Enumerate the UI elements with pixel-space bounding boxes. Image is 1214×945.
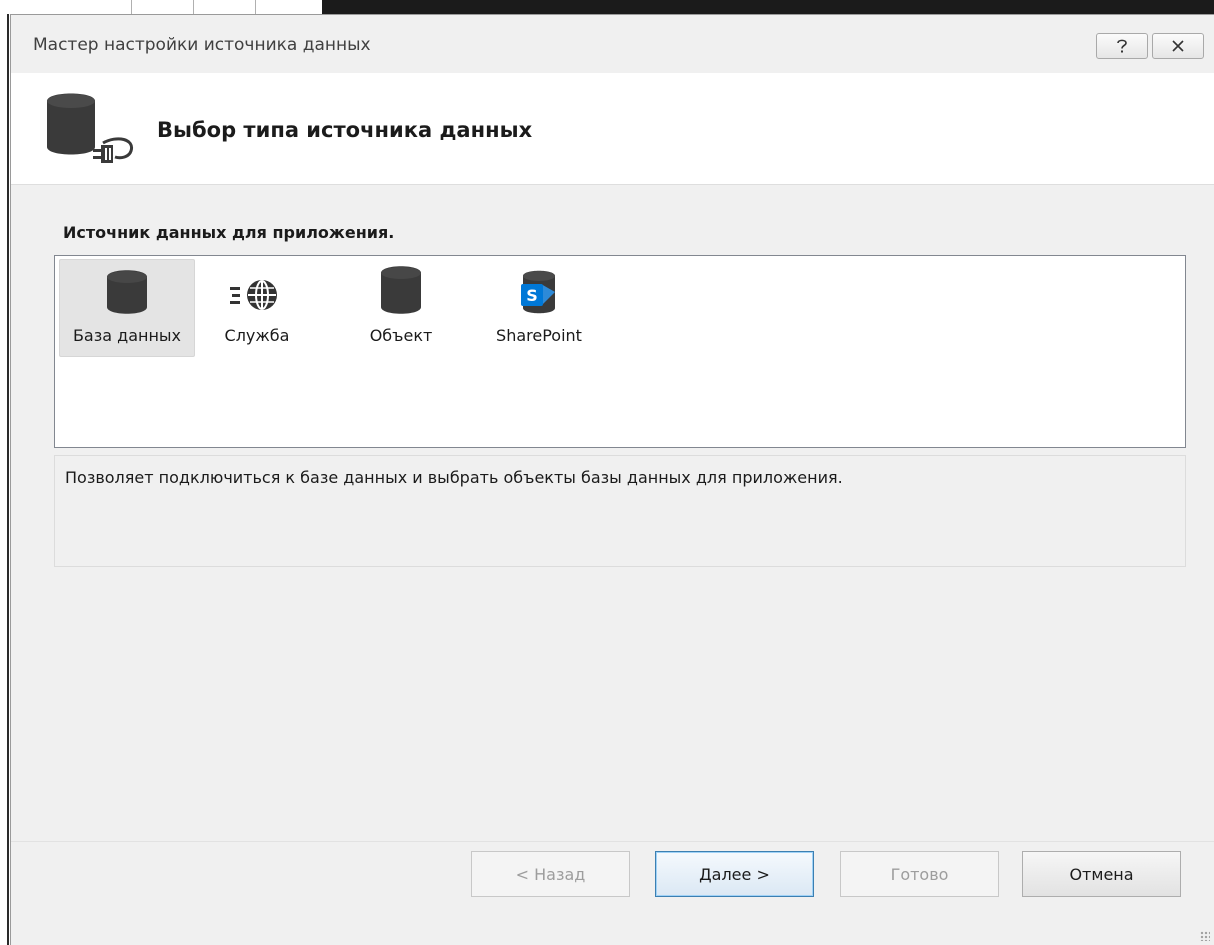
source-item-label: Служба bbox=[224, 326, 290, 345]
source-item-label: Объект bbox=[369, 326, 433, 345]
svg-text:S: S bbox=[526, 286, 538, 305]
source-item-service[interactable]: Служба bbox=[207, 259, 307, 357]
background-window-dark-strip bbox=[322, 0, 1214, 14]
background-divider bbox=[131, 0, 132, 14]
background-divider bbox=[193, 0, 194, 14]
description-panel: Позволяет подключиться к базе данных и в… bbox=[54, 455, 1186, 567]
close-icon bbox=[1171, 40, 1185, 52]
description-text: Позволяет подключиться к базе данных и в… bbox=[65, 468, 843, 487]
cancel-button[interactable]: Отмена bbox=[1022, 851, 1181, 897]
back-button[interactable]: < Назад bbox=[471, 851, 630, 897]
finish-button[interactable]: Готово bbox=[840, 851, 999, 897]
help-button[interactable] bbox=[1096, 33, 1148, 59]
page-title: Выбор типа источника данных bbox=[157, 118, 533, 142]
object-icon bbox=[381, 266, 421, 318]
data-source-wizard-dialog: Мастер настройки источника данных Выбор … bbox=[10, 14, 1214, 945]
web-service-icon bbox=[230, 276, 284, 318]
window-title: Мастер настройки источника данных bbox=[33, 35, 371, 55]
background-divider bbox=[255, 0, 256, 14]
database-icon bbox=[107, 270, 147, 318]
source-item-object[interactable]: Объект bbox=[351, 259, 451, 357]
source-item-database[interactable]: База данных bbox=[59, 259, 195, 357]
sharepoint-icon: S bbox=[519, 270, 559, 318]
source-item-label: База данных bbox=[72, 326, 182, 345]
background-window-edge bbox=[0, 0, 10, 945]
resize-grip[interactable] bbox=[1200, 931, 1210, 941]
title-bar: Мастер настройки источника данных bbox=[11, 15, 1214, 73]
source-type-list[interactable]: База данных Служба Объект S SharePoint bbox=[54, 255, 1186, 448]
help-icon bbox=[1115, 38, 1129, 54]
source-item-label: SharePoint bbox=[496, 326, 582, 345]
source-item-sharepoint[interactable]: S SharePoint bbox=[479, 259, 599, 357]
wizard-header: Выбор типа источника данных bbox=[11, 73, 1214, 185]
source-list-label: Источник данных для приложения. bbox=[63, 223, 395, 242]
next-button[interactable]: Далее > bbox=[655, 851, 814, 897]
close-button[interactable] bbox=[1152, 33, 1204, 59]
footer-divider bbox=[11, 841, 1214, 842]
database-connect-icon bbox=[47, 93, 137, 177]
